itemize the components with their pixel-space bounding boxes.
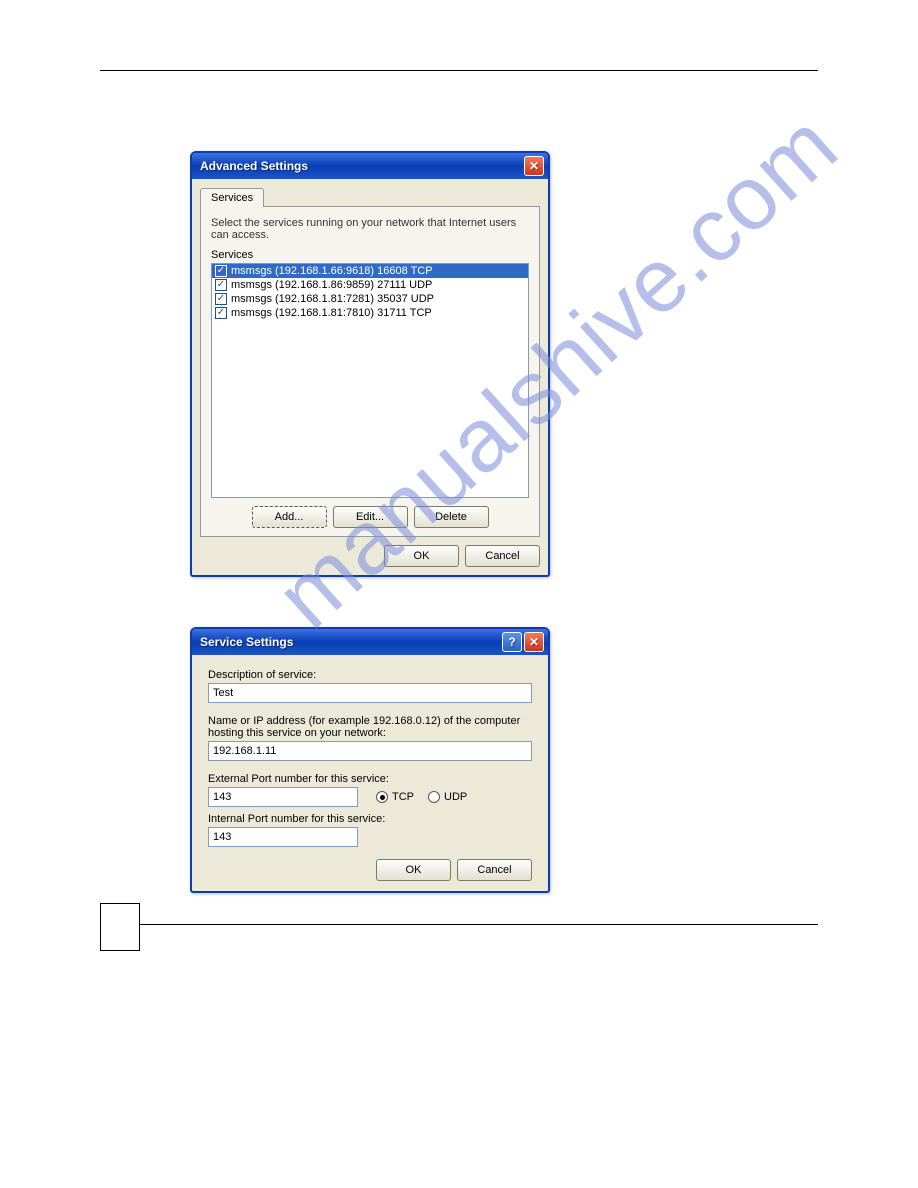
description-label: Description of service: [208, 669, 532, 681]
list-item-label: msmsgs (192.168.1.81:7810) 31711 TCP [231, 307, 432, 319]
close-icon[interactable]: ✕ [524, 632, 544, 652]
ok-button[interactable]: OK [384, 545, 459, 567]
service-title: Service Settings [200, 635, 293, 649]
list-item[interactable]: ✓ msmsgs (192.168.1.81:7810) 31711 TCP [212, 306, 528, 320]
cancel-button[interactable]: Cancel [465, 545, 540, 567]
services-button-row: Add... Edit... Delete [211, 506, 529, 528]
list-item[interactable]: ✓ msmsgs (192.168.1.66:9618) 16608 TCP [212, 264, 528, 278]
cancel-button[interactable]: Cancel [457, 859, 532, 881]
description-field[interactable] [208, 683, 532, 703]
services-panel: Select the services running on your netw… [200, 206, 540, 537]
edit-button[interactable]: Edit... [333, 506, 408, 528]
services-list-label: Services [211, 249, 529, 261]
advanced-titlebar[interactable]: Advanced Settings ✕ [192, 153, 548, 179]
list-item[interactable]: ✓ msmsgs (192.168.1.81:7281) 35037 UDP [212, 292, 528, 306]
footer-rule [140, 924, 818, 925]
delete-button[interactable]: Delete [414, 506, 489, 528]
checkbox-icon[interactable]: ✓ [215, 265, 227, 277]
list-item[interactable]: ✓ msmsgs (192.168.1.86:9859) 27111 UDP [212, 278, 528, 292]
advanced-settings-dialog: Advanced Settings ✕ Services Select the … [190, 151, 550, 577]
service-footer-buttons: OK Cancel [208, 859, 532, 881]
udp-radio[interactable]: UDP [428, 791, 467, 803]
checkbox-icon[interactable]: ✓ [215, 293, 227, 305]
checkbox-icon[interactable]: ✓ [215, 307, 227, 319]
tab-strip: Services [200, 187, 540, 206]
services-listbox[interactable]: ✓ msmsgs (192.168.1.66:9618) 16608 TCP ✓… [211, 263, 529, 498]
dialog-footer-buttons: OK Cancel [200, 545, 540, 567]
service-settings-dialog: Service Settings ? ✕ Description of serv… [190, 627, 550, 893]
service-titlebar[interactable]: Service Settings ? ✕ [192, 629, 548, 655]
help-icon[interactable]: ? [502, 632, 522, 652]
list-item-label: msmsgs (192.168.1.66:9618) 16608 TCP [231, 265, 433, 277]
close-icon[interactable]: ✕ [524, 156, 544, 176]
internal-port-label: Internal Port number for this service: [208, 813, 532, 825]
advanced-title: Advanced Settings [200, 159, 308, 173]
external-port-field[interactable] [208, 787, 358, 807]
tcp-radio[interactable]: TCP [376, 791, 414, 803]
udp-radio-label: UDP [444, 791, 467, 803]
list-item-label: msmsgs (192.168.1.86:9859) 27111 UDP [231, 279, 432, 291]
ip-field[interactable] [208, 741, 532, 761]
ip-label: Name or IP address (for example 192.168.… [208, 715, 532, 739]
ok-button[interactable]: OK [376, 859, 451, 881]
footer-box [100, 903, 140, 951]
checkbox-icon[interactable]: ✓ [215, 279, 227, 291]
top-rule [100, 70, 818, 71]
tab-services[interactable]: Services [200, 188, 264, 207]
external-port-label: External Port number for this service: [208, 773, 532, 785]
list-item-label: msmsgs (192.168.1.81:7281) 35037 UDP [231, 293, 434, 305]
services-note: Select the services running on your netw… [211, 217, 529, 241]
add-button[interactable]: Add... [252, 506, 327, 528]
internal-port-field[interactable] [208, 827, 358, 847]
tcp-radio-label: TCP [392, 791, 414, 803]
